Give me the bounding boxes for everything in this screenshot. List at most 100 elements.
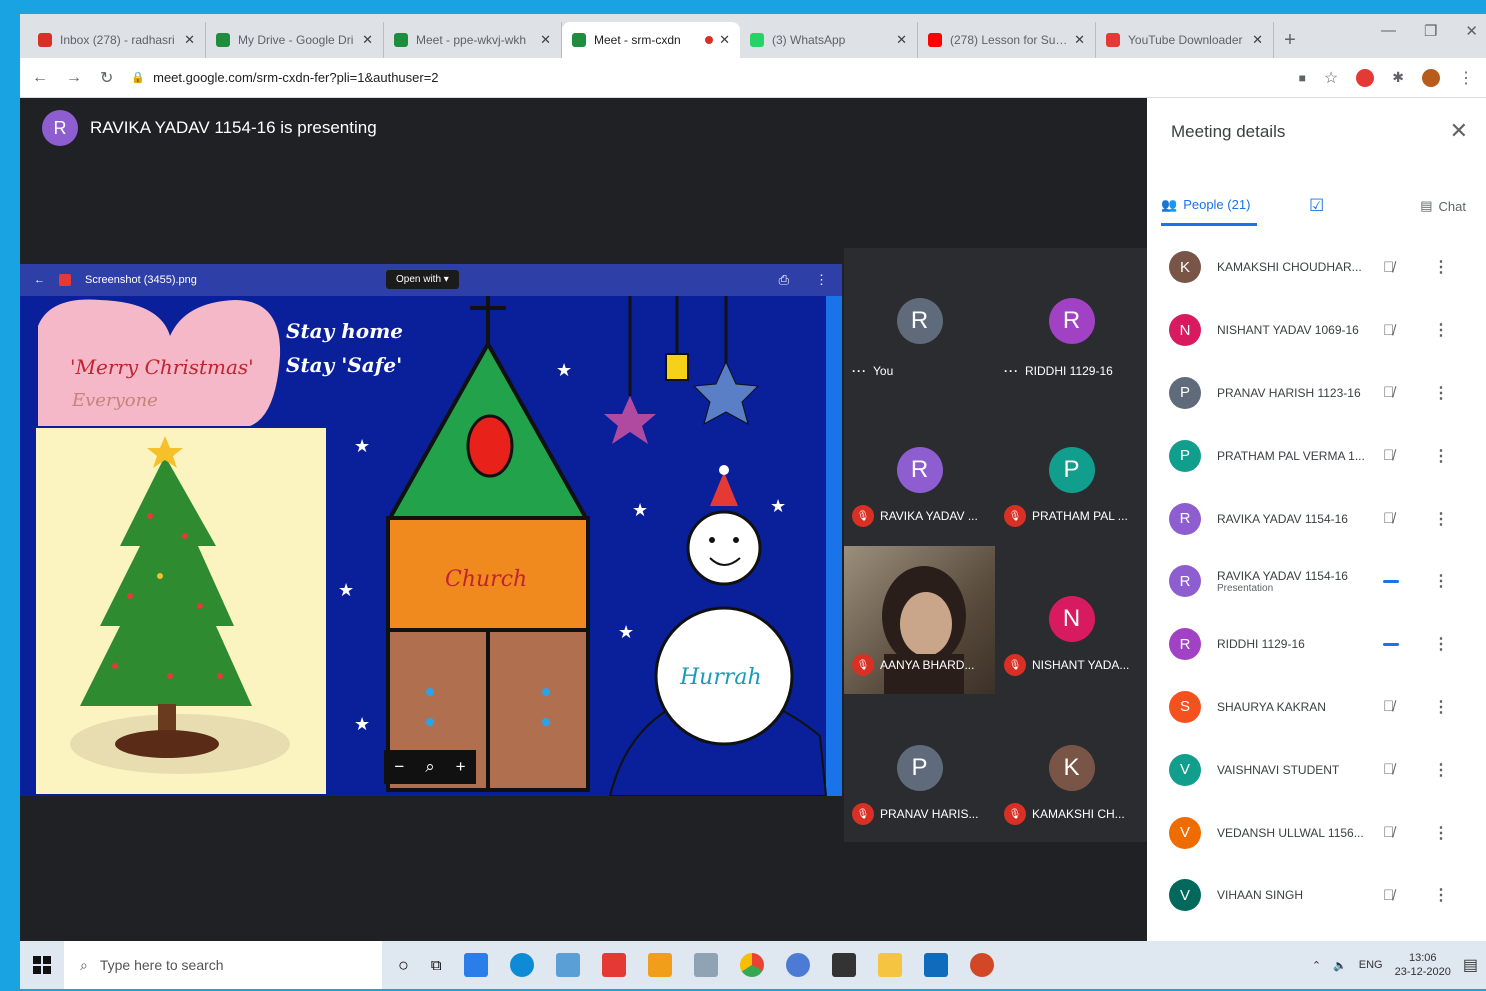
start-button[interactable]	[20, 956, 64, 974]
more-options-icon[interactable]: ⋮	[1433, 697, 1449, 717]
person-row[interactable]: R RIDDHI 1129-16 ⋮	[1147, 613, 1486, 676]
more-options-icon[interactable]: ⋮	[1433, 634, 1449, 654]
person-row[interactable]: V VEDANSH ULLWAL 1156... 🎙̸ ⋮	[1147, 801, 1486, 864]
person-row[interactable]: R RAVIKA YADAV 1154-16 🎙̸ ⋮	[1147, 487, 1486, 550]
extension-icon[interactable]	[1356, 68, 1375, 87]
new-tab-button[interactable]: +	[1274, 22, 1306, 58]
person-row[interactable]: S SHAURYA KAKRAN 🎙̸ ⋮	[1147, 676, 1486, 739]
restore-icon[interactable]: ❐	[1424, 22, 1437, 40]
edge-icon[interactable]	[509, 953, 534, 977]
close-tab-icon[interactable]: ✕	[719, 32, 730, 48]
browser-tab[interactable]: My Drive - Google Dri ✕	[206, 22, 384, 58]
person-row[interactable]: P PRANAV HARISH 1123-16 🎙̸ ⋮	[1147, 362, 1486, 425]
app-icon[interactable]	[463, 953, 488, 977]
bag-icon[interactable]	[831, 953, 856, 977]
more-options-icon[interactable]: ⋮	[1433, 509, 1449, 529]
more-options-icon[interactable]: ···	[852, 364, 867, 378]
mic-off-icon: 🎙	[1004, 803, 1026, 825]
tab-people[interactable]: 👥 People (21)	[1161, 186, 1257, 226]
more-options-icon[interactable]: ⋮	[1433, 823, 1449, 843]
participant-video-tile[interactable]: 🎙 AANYA BHARD...	[844, 546, 995, 694]
participant-tile[interactable]: N 🎙 NISHANT YADA...	[996, 546, 1147, 694]
more-options-icon[interactable]: ⋮	[1433, 320, 1449, 340]
browser-icon[interactable]	[785, 953, 810, 977]
participant-tile[interactable]: P 🎙 PRATHAM PAL ...	[996, 397, 1147, 545]
notification-icon[interactable]: ▤	[1463, 955, 1478, 975]
svg-text:★: ★	[556, 360, 572, 380]
store-icon[interactable]	[555, 953, 580, 977]
zoom-out-icon[interactable]: −	[394, 757, 404, 777]
browser-tab[interactable]: (3) WhatsApp ✕	[740, 22, 918, 58]
close-tab-icon[interactable]: ✕	[184, 32, 195, 48]
browser-tab[interactable]: YouTube Downloader ✕	[1096, 22, 1274, 58]
taskbar-search[interactable]: ⌕ Type here to search	[64, 941, 382, 989]
participant-tile[interactable]: K 🎙 KAMAKSHI CH...	[996, 695, 1147, 843]
more-options-icon[interactable]: ⋮	[1433, 571, 1449, 591]
close-window-icon[interactable]: ✕	[1465, 22, 1478, 40]
more-options-icon[interactable]: ⋮	[1433, 760, 1449, 780]
browser-menu-icon[interactable]: ⋮	[1458, 68, 1474, 88]
close-panel-icon[interactable]: ✕	[1450, 118, 1468, 144]
camera-icon[interactable]: ■	[1299, 71, 1306, 85]
speaker-icon[interactable]: 🔈	[1333, 959, 1347, 972]
zoom-icon[interactable]: ⌕	[425, 757, 435, 777]
browser-tab[interactable]: (278) Lesson for Sund ✕	[918, 22, 1096, 58]
app-icon[interactable]	[693, 953, 718, 977]
person-row[interactable]: K KAMAKSHI CHOUDHAR... 🎙̸ ⋮	[1147, 236, 1486, 299]
forward-icon[interactable]: →	[66, 69, 82, 87]
minimize-icon[interactable]: —	[1381, 22, 1396, 40]
church-text: Church	[445, 567, 527, 592]
viewer-menu-icon[interactable]: ⋮	[815, 272, 828, 288]
viewer-back-icon[interactable]: ←	[34, 274, 45, 286]
person-row[interactable]: P PRATHAM PAL VERMA 1... 🎙̸ ⋮	[1147, 424, 1486, 487]
more-options-icon[interactable]: ···	[1004, 364, 1019, 378]
cortana-icon[interactable]: ○	[398, 955, 409, 976]
participant-tile[interactable]: R ··· You	[844, 248, 995, 396]
zoom-in-icon[interactable]: +	[456, 757, 466, 777]
close-tab-icon[interactable]: ✕	[362, 32, 373, 48]
office-icon[interactable]	[601, 953, 626, 977]
browser-tab-active[interactable]: Meet - srm-cxdn ✕	[562, 22, 740, 58]
close-tab-icon[interactable]: ✕	[1074, 32, 1085, 48]
participant-tile[interactable]: R ··· RIDDHI 1129-16	[996, 248, 1147, 396]
browser-tab[interactable]: Inbox (278) - radhasri ✕	[28, 22, 206, 58]
tab-activities[interactable]: ☑	[1309, 186, 1324, 226]
christmas-drawing: 'Merry Christmas' Everyone Stay home Sta…	[20, 296, 842, 796]
powerpoint-icon[interactable]	[969, 953, 994, 977]
close-tab-icon[interactable]: ✕	[540, 32, 551, 48]
person-row[interactable]: N NISHANT YADAV 1069-16 🎙̸ ⋮	[1147, 299, 1486, 362]
mic-off-icon: 🎙	[852, 654, 874, 676]
person-avatar: N	[1169, 314, 1201, 347]
presenter-text: RAVIKA YADAV 1154-16 is presenting	[90, 118, 377, 137]
chevron-up-icon[interactable]: ⌃	[1312, 959, 1321, 972]
close-tab-icon[interactable]: ✕	[1252, 32, 1263, 48]
back-icon[interactable]: ←	[32, 69, 48, 87]
profile-avatar[interactable]	[1422, 68, 1440, 87]
task-view-icon[interactable]: ⧉	[431, 957, 442, 974]
participant-tile[interactable]: R 🎙 RAVIKA YADAV ...	[844, 397, 995, 545]
person-row[interactable]: R RAVIKA YADAV 1154-16 Presentation ⋮	[1147, 550, 1486, 613]
more-options-icon[interactable]: ⋮	[1433, 383, 1449, 403]
language-indicator[interactable]: ENG	[1359, 959, 1383, 971]
outlook-icon[interactable]	[923, 953, 948, 977]
viewer-actions: ⎙ ⋮	[779, 272, 828, 288]
more-options-icon[interactable]: ⋮	[1433, 885, 1449, 905]
person-row[interactable]: V VAISHNAVI STUDENT 🎙̸ ⋮	[1147, 738, 1486, 801]
person-row[interactable]: V VIHAAN SINGH 🎙̸ ⋮	[1147, 864, 1486, 927]
print-icon[interactable]: ⎙	[779, 272, 789, 288]
browser-tab[interactable]: Meet - ppe-wkvj-wkh ✕	[384, 22, 562, 58]
puzzle-icon[interactable]: ✱	[1392, 69, 1404, 86]
close-tab-icon[interactable]: ✕	[896, 32, 907, 48]
open-with-button[interactable]: Open with ▾	[386, 270, 459, 289]
star-icon[interactable]: ☆	[1324, 68, 1338, 88]
more-options-icon[interactable]: ⋮	[1433, 446, 1449, 466]
folder-icon[interactable]	[877, 953, 902, 977]
chrome-icon[interactable]	[739, 953, 764, 977]
more-options-icon[interactable]: ⋮	[1433, 257, 1449, 277]
reload-icon[interactable]: ↻	[100, 68, 113, 88]
tab-chat[interactable]: ▤ Chat	[1420, 186, 1466, 226]
url-field[interactable]: 🔒 meet.google.com/srm-cxdn-fer?pli=1&aut…	[131, 70, 1280, 85]
paint-icon[interactable]	[647, 953, 672, 977]
participant-tile[interactable]: P 🎙 PRANAV HARIS...	[844, 695, 995, 843]
clock[interactable]: 13:06 23-12-2020	[1395, 951, 1451, 979]
